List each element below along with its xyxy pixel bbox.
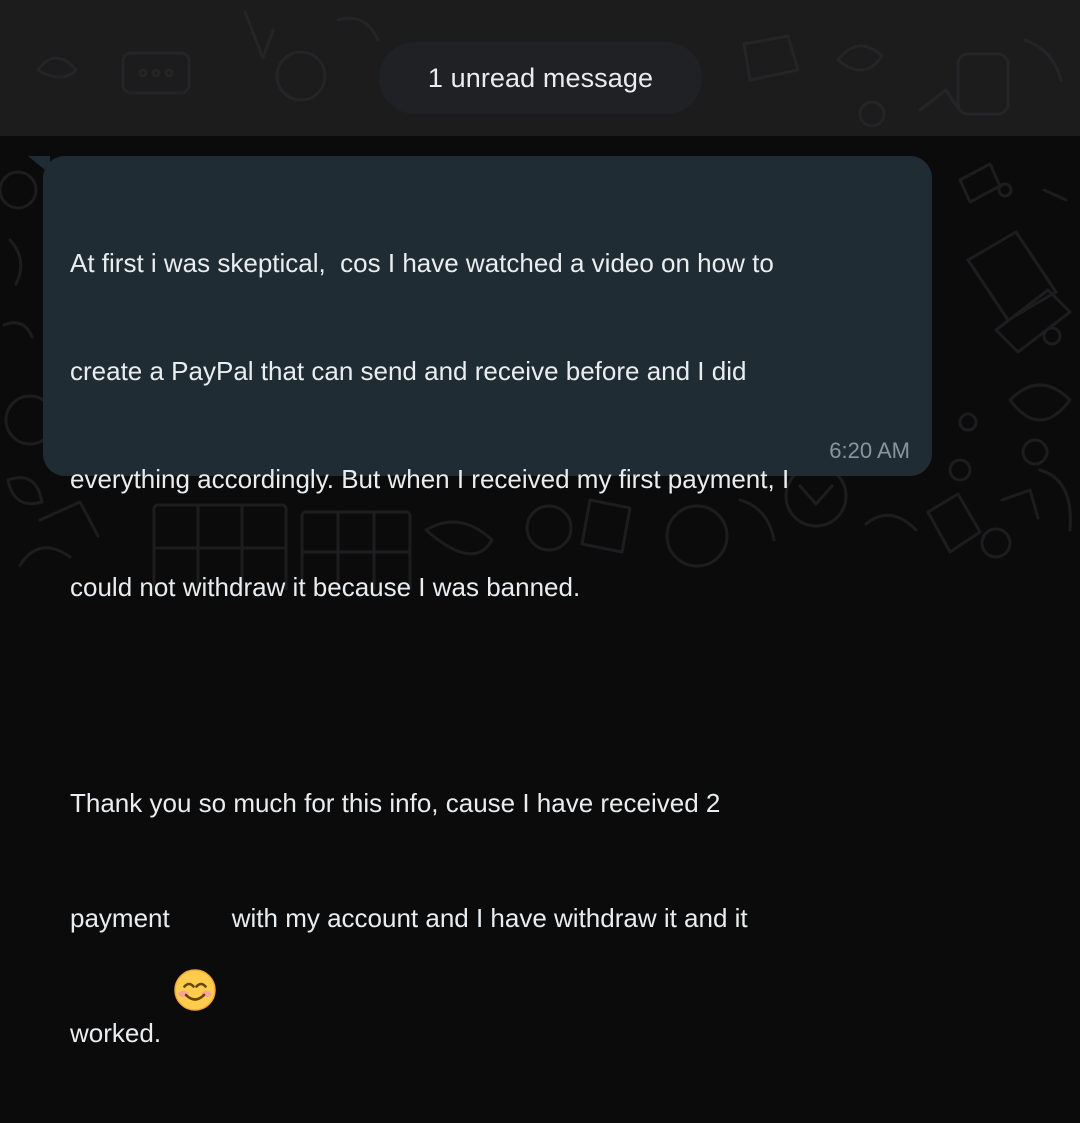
message-timestamp: 6:20 AM [829,438,910,463]
message-text: At first i was skeptical, cos I have wat… [70,173,910,1123]
message-line-with-emoji: payment with my account and I have withd… [70,893,910,1011]
message-paragraph-1: At first i was skeptical, cos I have wat… [70,173,910,677]
incoming-message-bubble[interactable]: At first i was skeptical, cos I have wat… [43,156,932,1048]
message-paragraph-2: Thank you so much for this info, cause I… [70,713,910,1123]
unread-message-pill: 1 unread message [379,42,702,114]
unread-message-label: 1 unread message [427,62,654,93]
unread-divider: 1 unread message [0,0,1080,136]
message-text-after-emoji: with my account and I have withdraw it a… [231,903,748,933]
message-text-before-emoji: payment [70,903,170,933]
smiling-face-icon [173,897,216,1011]
message-line: Thank you so much for this info, cause I… [70,788,721,818]
message-line: could not withdraw it because I was bann… [70,572,581,602]
message-line: everything accordingly. But when I recei… [70,464,790,494]
message-line: create a PayPal that can send and receiv… [70,356,747,386]
message-line: At first i was skeptical, cos I have wat… [70,248,774,278]
